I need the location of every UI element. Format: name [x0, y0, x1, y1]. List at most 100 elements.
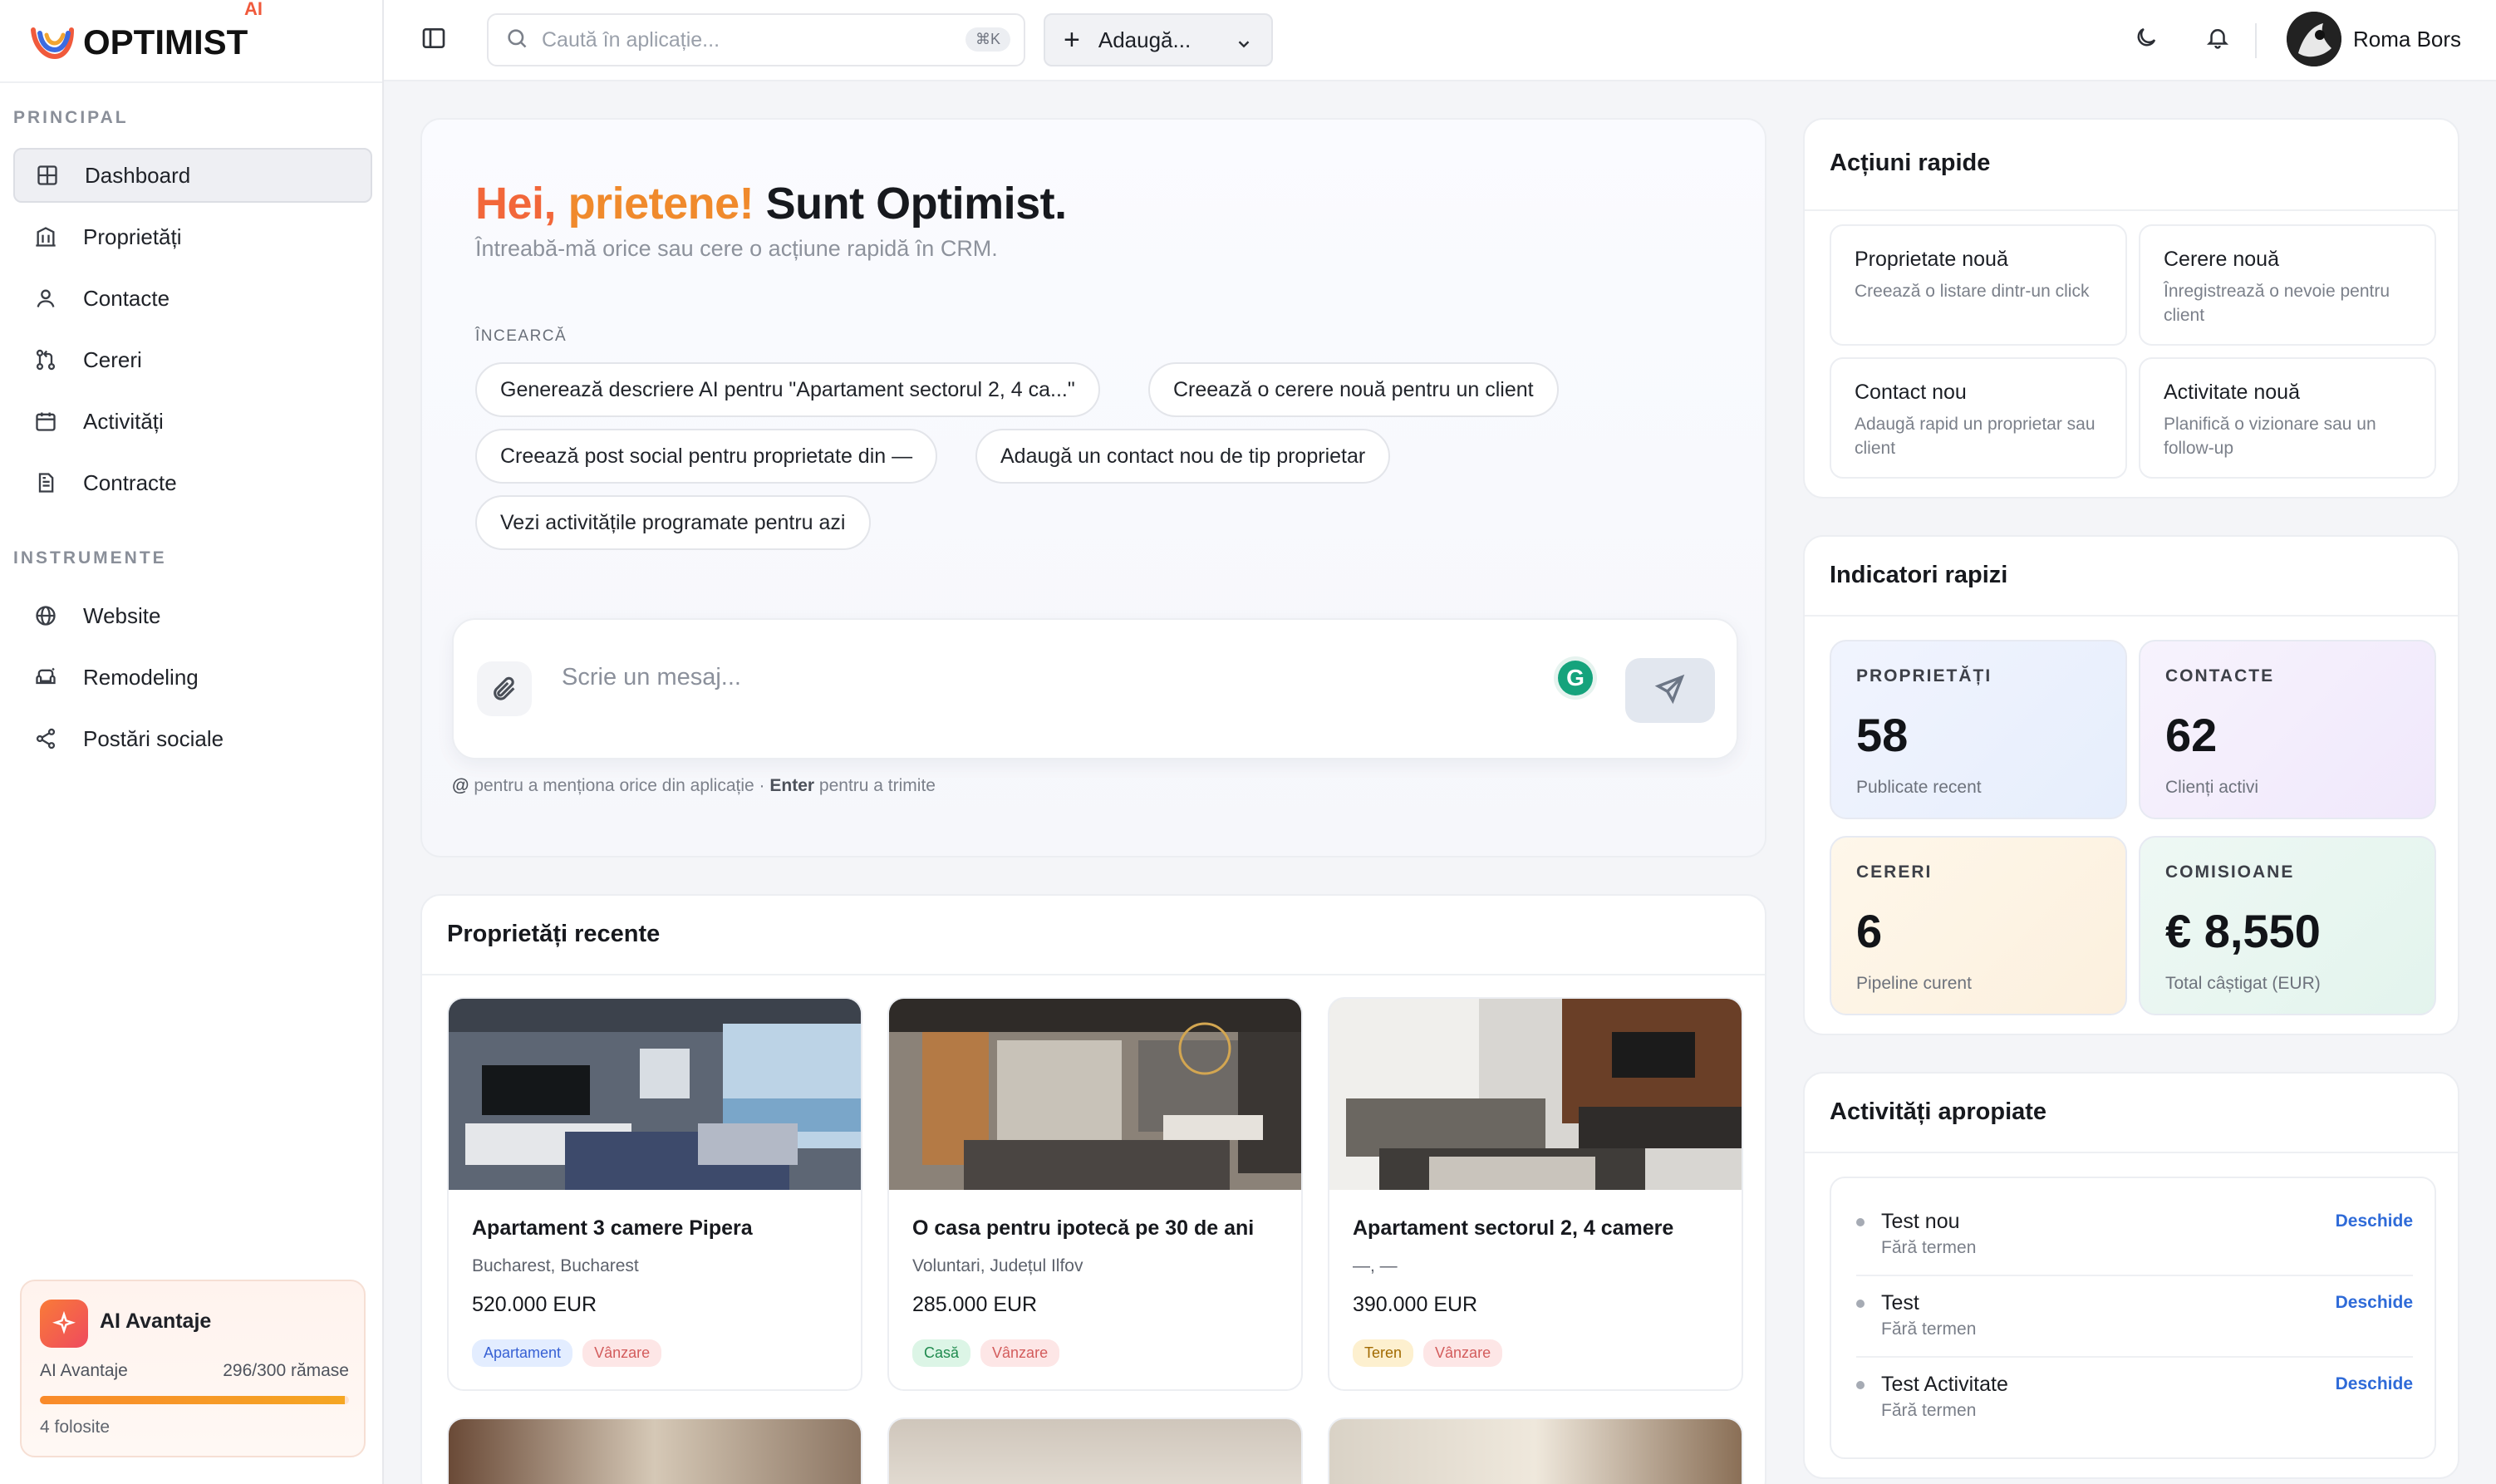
quick-action-new-contact[interactable]: Contact nou Adaugă rapid un proprietar s… — [1830, 357, 2127, 479]
sidebar-item-dashboard[interactable]: Dashboard — [13, 148, 372, 203]
activity-dot-icon — [1856, 1300, 1865, 1308]
property-deal-badge: Vânzare — [582, 1339, 662, 1367]
property-card[interactable]: O casa pentru ipotecă pe 30 de ani Volun… — [887, 997, 1303, 1391]
sidebar-item-contacte[interactable]: Contacte — [13, 271, 372, 326]
property-price: 520.000 EUR — [472, 1293, 597, 1316]
property-tags: Teren Vânzare — [1353, 1339, 1503, 1367]
search-shortcut-badge: ⌘K — [965, 27, 1010, 52]
sidebar-item-postari-sociale[interactable]: Postări sociale — [13, 711, 372, 766]
sidebar-item-label: Website — [83, 602, 161, 628]
quick-actions-title: Acțiuni rapide — [1830, 150, 1991, 176]
ai-card-title: AI Avantaje — [100, 1310, 212, 1333]
kpi-label: PROPRIETĂȚI — [1856, 666, 1992, 685]
globe-icon — [33, 603, 58, 628]
brand-name: OPTIMIST — [83, 22, 248, 61]
bell-icon[interactable] — [2205, 25, 2235, 55]
card-divider — [1805, 1152, 2458, 1153]
property-card[interactable]: Apartament sectorul 2, 4 camere —, — 390… — [1328, 997, 1743, 1391]
quick-action-new-activity[interactable]: Activitate nouă Planifică o vizionare sa… — [2139, 357, 2436, 479]
suggestion-chip[interactable]: Vezi activitățile programate pentru azi — [475, 495, 871, 550]
activity-open-link[interactable]: Deschide — [2336, 1293, 2413, 1313]
quick-actions-card: Acțiuni rapide Proprietate nouă Creează … — [1803, 118, 2459, 499]
add-button[interactable]: + Adaugă... — [1044, 13, 1273, 66]
message-input[interactable] — [562, 656, 1459, 698]
grid-icon — [35, 163, 60, 188]
brand-ai-suffix: AI — [244, 0, 263, 19]
quick-action-title: Contact nou — [1855, 381, 1967, 404]
calendar-icon — [33, 409, 58, 434]
property-card-partial[interactable] — [447, 1418, 862, 1484]
sidebar-item-label: Activități — [83, 408, 164, 434]
greeting-intro: Sunt Optimist. — [765, 179, 1067, 228]
sidebar-item-website[interactable]: Website — [13, 588, 372, 643]
activity-due: Fără termen — [1881, 1319, 1977, 1339]
sidebar-item-cereri[interactable]: Cereri — [13, 332, 372, 387]
sidebar-item-proprietati[interactable]: Proprietăți — [13, 209, 372, 264]
hero-greeting: Hei, prietene! Sunt Optimist. — [475, 178, 1067, 229]
section-label-instrumente: INSTRUMENTE — [13, 548, 167, 568]
recent-properties-title: Proprietăți recente — [447, 921, 661, 947]
suggestion-chip[interactable]: Adaugă un contact nou de tip proprietar — [975, 429, 1391, 484]
search-input[interactable] — [542, 27, 941, 52]
avatar[interactable] — [2287, 12, 2341, 66]
activity-item: Test Fără termen Deschide — [1831, 1276, 2438, 1358]
sidebar-item-label: Cereri — [83, 346, 142, 372]
kpi-contacts[interactable]: CONTACTE 62 Clienți activi — [2139, 640, 2436, 819]
sidebar-item-contracte[interactable]: Contracte — [13, 455, 372, 510]
kpi-value: € 8,550 — [2165, 905, 2321, 957]
document-icon — [33, 470, 58, 495]
hint-at: @ — [452, 776, 469, 795]
property-card-partial[interactable] — [1328, 1418, 1743, 1484]
ai-usage-progress-bar — [40, 1396, 349, 1404]
card-divider — [1805, 209, 2458, 211]
activity-due: Fără termen — [1881, 1238, 1977, 1257]
kpi-sub: Pipeline curent — [1856, 974, 1972, 993]
quick-indicators-card: Indicatori rapizi PROPRIETĂȚI 58 Publica… — [1803, 535, 2459, 1035]
moon-icon[interactable] — [2134, 25, 2164, 55]
activity-due: Fără termen — [1881, 1401, 1977, 1420]
sidebar-item-activitati[interactable]: Activități — [13, 394, 372, 449]
pull-request-icon — [33, 347, 58, 372]
kpi-properties[interactable]: PROPRIETĂȚI 58 Publicate recent — [1830, 640, 2127, 819]
kpi-commissions[interactable]: COMISIOANE € 8,550 Total câștigat (EUR) — [2139, 836, 2436, 1015]
send-button[interactable] — [1625, 658, 1715, 723]
activity-dot-icon — [1856, 1381, 1865, 1389]
activity-open-link[interactable]: Deschide — [2336, 1211, 2413, 1231]
property-deal-badge: Vânzare — [980, 1339, 1060, 1367]
sidebar-toggle-icon[interactable] — [420, 25, 450, 55]
search-box[interactable]: ⌘K — [487, 13, 1025, 66]
activity-open-link[interactable]: Deschide — [2336, 1374, 2413, 1394]
card-divider — [1805, 615, 2458, 617]
sidebar-item-remodeling[interactable]: Remodeling — [13, 650, 372, 705]
activity-dot-icon — [1856, 1218, 1865, 1226]
property-card-partial[interactable] — [887, 1418, 1303, 1484]
property-deal-badge: Vânzare — [1423, 1339, 1503, 1367]
brand-logo[interactable]: OPTIMIST — [30, 20, 248, 65]
try-label: ÎNCEARCĂ — [475, 327, 567, 345]
section-label-principal: PRINCIPAL — [13, 108, 129, 127]
send-icon — [1654, 673, 1686, 709]
hero-subtitle: Întreabă-mă orice sau cere o acțiune rap… — [475, 236, 998, 261]
property-price: 390.000 EUR — [1353, 1293, 1478, 1316]
recent-properties-card: Proprietăți recente Apartament 3 camere … — [420, 894, 1766, 1484]
quick-action-new-property[interactable]: Proprietate nouă Creează o listare dintr… — [1830, 224, 2127, 346]
property-card[interactable]: Apartament 3 camere Pipera Bucharest, Bu… — [447, 997, 862, 1391]
suggestion-chip[interactable]: Creează o cerere nouă pentru un client — [1148, 362, 1559, 417]
paperclip-icon[interactable] — [477, 661, 532, 716]
property-tags: Casă Vânzare — [912, 1339, 1060, 1367]
property-title: Apartament sectorul 2, 4 camere — [1353, 1216, 1674, 1240]
grammarly-icon[interactable]: G — [1554, 656, 1597, 700]
property-price: 285.000 EUR — [912, 1293, 1038, 1316]
suggestion-chip[interactable]: Generează descriere AI pentru "Apartamen… — [475, 362, 1100, 417]
sidebar-item-label: Remodeling — [83, 664, 199, 690]
activity-title: Test — [1881, 1291, 1919, 1314]
quick-action-new-request[interactable]: Cerere nouă Înregistrează o nevoie pentr… — [2139, 224, 2436, 346]
kpi-requests[interactable]: CERERI 6 Pipeline curent — [1830, 836, 2127, 1015]
suggestion-chip[interactable]: Creează post social pentru proprietate d… — [475, 429, 938, 484]
user-name[interactable]: Roma Bors — [2353, 27, 2461, 52]
ai-card-row-label: AI Avantaje — [40, 1361, 128, 1380]
ai-advantages-card[interactable]: AI Avantaje AI Avantaje 296/300 rămase 4… — [20, 1280, 366, 1457]
property-type-badge: Casă — [912, 1339, 971, 1367]
property-type-badge: Teren — [1353, 1339, 1414, 1367]
upcoming-activities-card: Activități apropiate Test nou Fără terme… — [1803, 1072, 2459, 1479]
